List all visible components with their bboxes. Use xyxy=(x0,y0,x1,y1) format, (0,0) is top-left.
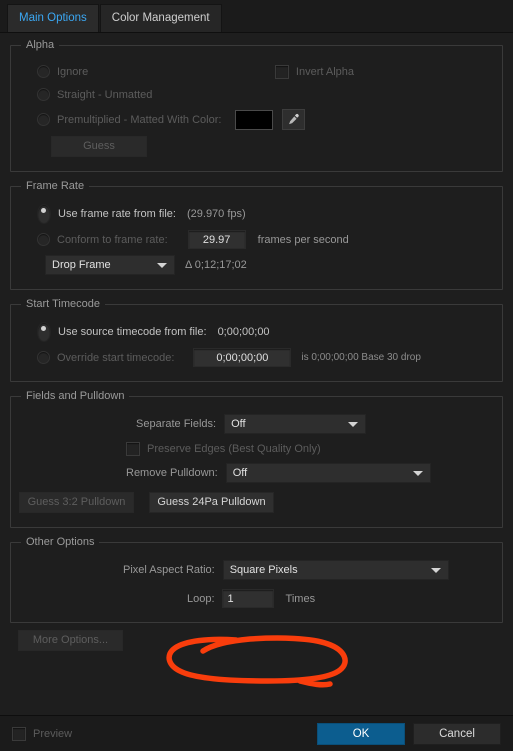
row-loop: Loop: 1 Times xyxy=(19,589,494,608)
label-separate-fields: Separate Fields: xyxy=(136,418,217,430)
pixel-aspect-ratio-value: Square Pixels xyxy=(229,564,298,576)
value-source-timecode: 0;00;00;00 xyxy=(217,326,270,338)
alpha-row-premultiplied: Premultiplied - Matted With Color: xyxy=(37,109,494,130)
chevron-down-icon xyxy=(157,262,167,268)
frame-rate-row-conform: Conform to frame rate: 29.97 frames per … xyxy=(37,230,494,249)
row-guess-buttons: Guess 3:2 Pulldown Guess 24Pa Pulldown xyxy=(19,492,494,513)
checkbox-preview[interactable] xyxy=(12,726,26,741)
radio-conform-to-frame-rate[interactable] xyxy=(37,233,50,246)
separate-fields-value: Off xyxy=(231,418,246,430)
guess-24pa-pulldown-button[interactable]: Guess 24Pa Pulldown xyxy=(149,492,274,513)
label-preview: Preview xyxy=(33,727,73,740)
label-override-start-timecode: Override start timecode: xyxy=(57,351,175,364)
checkbox-preserve-edges[interactable] xyxy=(126,441,140,456)
loop-input[interactable]: 1 xyxy=(221,589,274,608)
chevron-down-icon xyxy=(412,470,423,476)
remove-pulldown-select[interactable]: Off xyxy=(225,463,431,483)
label-preserve-edges: Preserve Edges (Best Quality Only) xyxy=(147,442,321,455)
label-conform-to-frame-rate: Conform to frame rate: xyxy=(57,233,168,246)
frame-rate-group: Frame Rate Use frame rate from file: (29… xyxy=(10,180,503,290)
start-timecode-legend: Start Timecode xyxy=(26,298,100,310)
other-options-group: Other Options Pixel Aspect Ratio: Square… xyxy=(10,536,503,623)
radio-straight-unmatted[interactable] xyxy=(37,88,50,101)
frame-rate-row-from-file: Use frame rate from file: (29.970 fps) xyxy=(37,204,494,224)
row-preserve-edges: Preserve Edges (Best Quality Only) xyxy=(19,440,494,457)
matte-color-swatch[interactable] xyxy=(235,109,274,130)
label-use-source-timecode: Use source timecode from file: xyxy=(58,326,207,338)
guess-3-2-pulldown-button[interactable]: Guess 3:2 Pulldown xyxy=(19,492,134,513)
radio-use-frame-rate-from-file[interactable] xyxy=(37,204,51,224)
timecode-row-override: Override start timecode: 0;00;00;00 is 0… xyxy=(37,348,494,367)
label-ignore: Ignore xyxy=(57,65,89,78)
fields-pulldown-legend: Fields and Pulldown xyxy=(26,390,125,402)
other-options-legend: Other Options xyxy=(26,536,95,548)
alpha-row-ignore: Ignore Invert Alpha xyxy=(37,63,494,80)
guess-button[interactable]: Guess xyxy=(51,136,147,157)
label-remove-pulldown: Remove Pulldown: xyxy=(126,467,218,479)
label-pixel-aspect-ratio: Pixel Aspect Ratio: xyxy=(123,564,215,576)
separate-fields-select[interactable]: Off xyxy=(224,414,367,434)
label-premultiplied: Premultiplied - Matted With Color: xyxy=(57,113,222,126)
checkbox-invert-alpha[interactable] xyxy=(274,64,289,79)
chevron-down-icon xyxy=(348,421,359,427)
timecode-row-source: Use source timecode from file: 0;00;00;0… xyxy=(37,322,494,342)
row-separate-fields: Separate Fields: Off xyxy=(19,414,494,434)
radio-ignore[interactable] xyxy=(37,65,50,78)
override-timecode-note: is 0;00;00;00 Base 30 drop xyxy=(301,352,421,363)
label-invert-alpha: Invert Alpha xyxy=(295,65,354,78)
cancel-button[interactable]: Cancel xyxy=(413,722,501,745)
value-file-frame-rate: (29.970 fps) xyxy=(186,208,246,220)
dialog-body: Alpha Ignore Invert Alpha Straight - Unm… xyxy=(0,33,513,660)
frame-rate-legend: Frame Rate xyxy=(26,180,85,192)
chevron-down-icon xyxy=(430,567,441,573)
dialog-footer: Preview OK Cancel xyxy=(0,715,513,751)
more-options-row: More Options... xyxy=(10,627,503,660)
pixel-aspect-ratio-select[interactable]: Square Pixels xyxy=(222,560,449,580)
more-options-button[interactable]: More Options... xyxy=(18,630,123,651)
radio-use-source-timecode[interactable] xyxy=(37,322,51,342)
row-remove-pulldown: Remove Pulldown: Off xyxy=(19,463,494,483)
alpha-row-straight: Straight - Unmatted xyxy=(37,86,494,103)
radio-premultiplied[interactable] xyxy=(37,113,50,126)
tab-bar: Main Options Color Management xyxy=(0,0,513,33)
remove-pulldown-value: Off xyxy=(232,467,248,479)
dropframe-select-value: Drop Frame xyxy=(52,259,111,271)
label-use-frame-rate-from-file: Use frame rate from file: xyxy=(58,208,176,220)
ok-button[interactable]: OK xyxy=(317,722,405,745)
tab-main-options[interactable]: Main Options xyxy=(7,4,99,32)
duration-delta-label: Δ 0;12;17;02 xyxy=(185,259,247,271)
start-timecode-group: Start Timecode Use source timecode from … xyxy=(10,298,503,382)
label-frames-per-second: frames per second xyxy=(257,233,349,246)
fields-pulldown-group: Fields and Pulldown Separate Fields: Off… xyxy=(10,390,503,528)
alpha-row-guess: Guess xyxy=(51,136,494,157)
label-loop: Loop: xyxy=(187,592,215,605)
dropframe-select[interactable]: Drop Frame xyxy=(45,255,175,275)
eyedropper-icon[interactable] xyxy=(282,109,306,130)
label-straight-unmatted: Straight - Unmatted xyxy=(57,88,153,101)
tab-color-management[interactable]: Color Management xyxy=(99,4,222,32)
conform-frame-rate-input[interactable]: 29.97 xyxy=(187,230,246,249)
alpha-legend: Alpha xyxy=(26,39,55,51)
alpha-group: Alpha Ignore Invert Alpha Straight - Unm… xyxy=(10,39,503,172)
override-timecode-input[interactable]: 0;00;00;00 xyxy=(193,348,292,367)
label-loop-times: Times xyxy=(285,592,316,605)
row-pixel-aspect-ratio: Pixel Aspect Ratio: Square Pixels xyxy=(19,560,494,580)
frame-rate-row-dropframe: Drop Frame Δ 0;12;17;02 xyxy=(45,255,494,275)
radio-override-start-timecode[interactable] xyxy=(37,351,50,364)
